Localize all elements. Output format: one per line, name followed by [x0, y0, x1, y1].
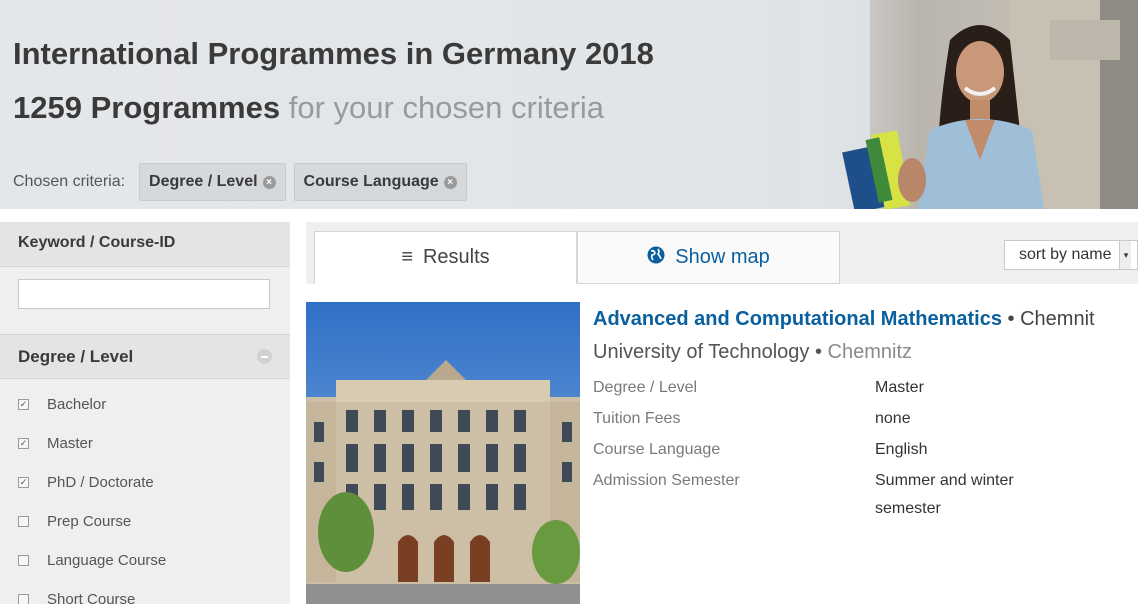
result-title-line: Advanced and Computational Mathematics •… — [593, 308, 1095, 331]
tab-results-label: Results — [422, 246, 490, 268]
degree-level-heading[interactable]: Degree / Level — [0, 335, 290, 379]
checkbox-icon[interactable] — [18, 516, 29, 527]
university-name: University of Technology — [593, 341, 810, 363]
detail-key: Course Language — [593, 441, 721, 458]
page-title: International Programmes in Germany 2018 — [13, 36, 654, 71]
banner-student-photo — [800, 0, 1138, 209]
detail-key: Admission Semester — [593, 472, 740, 489]
option-label: PhD / Doctorate — [47, 474, 154, 491]
option-label: Language Course — [47, 552, 167, 569]
keyword-input[interactable] — [18, 279, 270, 309]
option-master[interactable]: ✓ Master — [0, 424, 290, 463]
detail-value: Summer and winter semester — [875, 472, 1014, 517]
course-title-link[interactable]: Advanced and Computational Mathematics — [593, 308, 1002, 330]
university-city: Chemnitz — [827, 341, 913, 363]
results-panel: ≡ Results Show map sort by name ▾ Advanc… — [306, 222, 1138, 604]
university-line: University of Technology • Chemnitz — [593, 341, 912, 364]
chip-label: Course Language — [303, 173, 439, 190]
tab-show-map[interactable]: Show map — [577, 231, 840, 284]
chip-label: Degree / Level — [149, 173, 258, 190]
city-separator: • — [809, 341, 828, 363]
results-count: 1259 Programmes — [13, 90, 281, 125]
detail-key: Tuition Fees — [593, 410, 681, 427]
option-phd[interactable]: ✓ PhD / Doctorate — [0, 463, 290, 502]
criteria-chip-language[interactable]: Course Language × — [293, 163, 467, 201]
detail-key: Degree / Level — [593, 379, 698, 396]
option-label: Master — [47, 435, 93, 452]
tab-show-map-label: Show map — [675, 246, 770, 268]
remove-icon[interactable]: × — [443, 175, 457, 189]
degree-level-label: Degree / Level — [18, 347, 134, 366]
results-count-heading: 1259 Programmes for your chosen criteria — [13, 90, 604, 126]
sort-select-value: sort by name — [1019, 246, 1112, 263]
page-banner: International Programmes in Germany 2018… — [0, 0, 1138, 209]
checkbox-icon[interactable]: ✓ — [18, 477, 29, 488]
tab-results[interactable]: ≡ Results — [314, 231, 577, 284]
criteria-label: Chosen criteria: — [13, 173, 126, 190]
checkbox-icon[interactable]: ✓ — [18, 438, 29, 449]
option-prep-course[interactable]: Prep Course — [0, 502, 290, 541]
course-details: Degree / Level Master Tuition Fees none … — [593, 379, 1075, 532]
option-short-course[interactable]: Short Course — [0, 580, 290, 604]
list-icon: ≡ — [401, 246, 413, 268]
filter-sidebar: Keyword / Course-ID Degree / Level ✓ Bac… — [0, 222, 290, 604]
checkbox-icon[interactable] — [18, 555, 29, 566]
option-label: Prep Course — [47, 513, 132, 530]
checkbox-icon[interactable] — [18, 594, 29, 604]
university-building-image[interactable] — [306, 302, 580, 604]
globe-icon — [647, 246, 665, 270]
checkbox-icon[interactable]: ✓ — [18, 399, 29, 410]
chevron-down-icon[interactable]: ▾ — [1119, 241, 1132, 269]
university-name-start: Chemnit — [1020, 308, 1095, 330]
results-count-suffix: for your chosen criteria — [288, 90, 605, 125]
collapse-icon[interactable] — [257, 349, 272, 364]
keyword-heading: Keyword / Course-ID — [0, 222, 290, 267]
title-separator: • — [1001, 308, 1021, 330]
option-language-course[interactable]: Language Course — [0, 541, 290, 580]
degree-options: ✓ Bachelor ✓ Master ✓ PhD / Doctorate Pr… — [0, 379, 290, 604]
sort-select[interactable]: sort by name ▾ — [1004, 240, 1138, 270]
criteria-chip-degree[interactable]: Degree / Level × — [139, 163, 286, 201]
chosen-criteria-bar: Chosen criteria: Degree / Level × Course… — [13, 163, 475, 201]
results-tabbar: ≡ Results Show map sort by name ▾ — [306, 222, 1138, 284]
keyword-input-wrap — [0, 267, 290, 335]
option-bachelor[interactable]: ✓ Bachelor — [0, 385, 290, 424]
option-label: Short Course — [47, 591, 136, 604]
remove-icon[interactable]: × — [262, 175, 276, 189]
detail-row: Admission Semester Summer and winter sem… — [593, 472, 1075, 532]
option-label: Bachelor — [47, 396, 107, 413]
